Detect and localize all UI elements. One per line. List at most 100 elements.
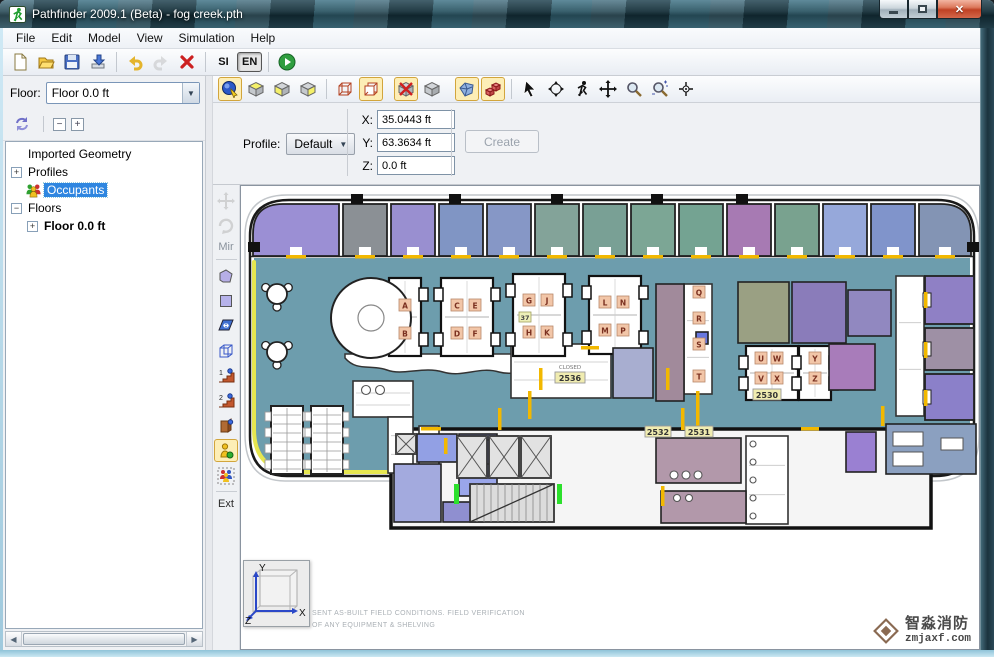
extract-label[interactable]: Ext bbox=[218, 498, 234, 510]
obstruction-button[interactable] bbox=[214, 339, 238, 362]
orbit-camera-button[interactable] bbox=[544, 77, 568, 101]
svg-text:Z: Z bbox=[812, 375, 818, 384]
toolbar-separator bbox=[43, 116, 44, 132]
floor-select[interactable]: Floor 0.0 ft ▼ bbox=[46, 82, 200, 104]
svg-text:2: 2 bbox=[219, 395, 223, 402]
hide-solid-button[interactable] bbox=[394, 77, 418, 101]
zoom-target-button[interactable] bbox=[674, 77, 698, 101]
thin-room-button[interactable] bbox=[214, 314, 238, 337]
mirror-label[interactable]: Mir bbox=[218, 241, 233, 253]
x-label: X: bbox=[359, 113, 373, 127]
close-button[interactable]: ✕ bbox=[937, 0, 982, 19]
expander-icon[interactable]: + bbox=[11, 167, 22, 178]
svg-text:2536: 2536 bbox=[559, 374, 582, 383]
walk-tool-button[interactable] bbox=[570, 77, 594, 101]
run-simulation-button[interactable] bbox=[275, 50, 299, 74]
y-coordinate-field[interactable]: 63.3634 ft bbox=[377, 133, 455, 152]
zoom-region-button[interactable] bbox=[648, 77, 672, 101]
menu-file[interactable]: File bbox=[8, 29, 43, 47]
model-tree: Imported Geometry+ProfilesOccupants−Floo… bbox=[5, 141, 203, 629]
wireframe-mode-button[interactable] bbox=[333, 77, 357, 101]
panel-splitter[interactable] bbox=[206, 76, 213, 650]
menu-model[interactable]: Model bbox=[80, 29, 129, 47]
menu-view[interactable]: View bbox=[129, 29, 171, 47]
x-coordinate-field[interactable]: 35.0443 ft bbox=[377, 110, 455, 129]
open-button[interactable] bbox=[34, 50, 58, 74]
tree-item-occupants[interactable]: Occupants bbox=[6, 181, 202, 199]
stairs-two-point-button[interactable]: 2 bbox=[214, 389, 238, 412]
svg-text:P: P bbox=[620, 327, 626, 336]
menu-help[interactable]: Help bbox=[243, 29, 284, 47]
save-button[interactable] bbox=[60, 50, 84, 74]
svg-text:CLOSED: CLOSED bbox=[559, 365, 581, 371]
view-top-button[interactable] bbox=[244, 77, 268, 101]
tree-item-profiles[interactable]: +Profiles bbox=[6, 163, 202, 181]
show-floors-button[interactable] bbox=[455, 77, 479, 101]
new-file-button[interactable] bbox=[8, 50, 32, 74]
scroll-right-arrow[interactable]: ▶ bbox=[186, 632, 202, 646]
svg-text:L: L bbox=[603, 299, 608, 308]
maximize-button[interactable] bbox=[908, 0, 937, 19]
expander-icon[interactable]: − bbox=[11, 203, 22, 214]
z-coordinate-field[interactable]: 0.0 ft bbox=[377, 156, 455, 175]
orbit-tool-button[interactable] bbox=[218, 77, 242, 101]
svg-text:C: C bbox=[454, 302, 460, 311]
svg-text:2532: 2532 bbox=[647, 428, 669, 437]
view-side-button[interactable] bbox=[296, 77, 320, 101]
watermark: 智淼消防 zmjaxf.com bbox=[872, 616, 971, 645]
axis-y-label: Y bbox=[259, 563, 266, 574]
move-tool-button[interactable] bbox=[214, 189, 238, 212]
show-objects-button[interactable] bbox=[481, 77, 505, 101]
stairs-one-point-button[interactable]: 1 bbox=[214, 364, 238, 387]
zoom-tool-button[interactable] bbox=[622, 77, 646, 101]
delete-button[interactable] bbox=[175, 50, 199, 74]
expander-icon[interactable]: + bbox=[27, 221, 38, 232]
model-canvas[interactable]: ABCEDFGJHKLNMPQRSTUWVXYZ3725362532253125… bbox=[240, 185, 980, 650]
tree-horizontal-scrollbar[interactable]: ◀ ▶ bbox=[5, 631, 203, 647]
menu-bar: FileEditModelViewSimulationHelp bbox=[3, 28, 980, 49]
minimize-button[interactable] bbox=[879, 0, 908, 19]
profile-select-value: Default bbox=[294, 137, 332, 151]
polygon-room-button[interactable] bbox=[214, 264, 238, 287]
en-units-button[interactable]: EN bbox=[237, 52, 262, 72]
rotate-tool-button[interactable] bbox=[214, 214, 238, 237]
add-occupant-button[interactable] bbox=[214, 439, 238, 462]
scrollbar-thumb[interactable] bbox=[23, 633, 185, 645]
window-title: Pathfinder 2009.1 (Beta) - fog creek.pth bbox=[32, 7, 243, 21]
expand-all-button[interactable]: + bbox=[71, 118, 84, 131]
tree-item-floor-0-0-ft[interactable]: +Floor 0.0 ft bbox=[6, 217, 202, 235]
menu-simulation[interactable]: Simulation bbox=[171, 29, 243, 47]
redo-button[interactable] bbox=[149, 50, 173, 74]
svg-text:Y: Y bbox=[811, 355, 818, 364]
profile-label: Profile: bbox=[243, 137, 280, 151]
rectangle-room-button[interactable] bbox=[214, 289, 238, 312]
collapse-all-button[interactable]: − bbox=[53, 118, 66, 131]
pathfinder-app-icon bbox=[9, 6, 26, 23]
undo-button[interactable] bbox=[123, 50, 147, 74]
occupant-options-bar: Profile: Default ▼ X: 35.0443 ft bbox=[213, 103, 980, 185]
create-button[interactable]: Create bbox=[465, 130, 539, 153]
view-front-button[interactable] bbox=[270, 77, 294, 101]
tree-item-floors[interactable]: −Floors bbox=[6, 199, 202, 217]
drawing-disclaimer-text: SENT AS-BUILT FIELD CONDITIONS. FIELD VE… bbox=[312, 608, 525, 632]
select-tool-button[interactable] bbox=[518, 77, 542, 101]
title-bar[interactable]: Pathfinder 2009.1 (Beta) - fog creek.pth… bbox=[0, 0, 994, 28]
pan-tool-button[interactable] bbox=[596, 77, 620, 101]
tree-item-imported-geometry[interactable]: Imported Geometry bbox=[6, 145, 202, 163]
si-units-button[interactable]: SI bbox=[212, 52, 235, 72]
scroll-left-arrow[interactable]: ◀ bbox=[6, 632, 22, 646]
group-divider bbox=[451, 109, 452, 176]
svg-text:H: H bbox=[526, 329, 532, 338]
svg-text:U: U bbox=[758, 355, 764, 364]
menu-edit[interactable]: Edit bbox=[43, 29, 80, 47]
axis-x-label: X bbox=[299, 608, 306, 619]
refresh-tree-button[interactable] bbox=[10, 112, 34, 136]
pathfinder-window: Pathfinder 2009.1 (Beta) - fog creek.pth… bbox=[0, 0, 994, 657]
outline-mode-button[interactable] bbox=[359, 77, 383, 101]
door-button[interactable] bbox=[214, 414, 238, 437]
solid-mode-button[interactable] bbox=[420, 77, 444, 101]
chevron-down-icon[interactable]: ▼ bbox=[182, 83, 199, 103]
add-occupant-group-button[interactable] bbox=[214, 464, 238, 487]
profile-select[interactable]: Default ▼ bbox=[286, 133, 355, 155]
import-button[interactable] bbox=[86, 50, 110, 74]
